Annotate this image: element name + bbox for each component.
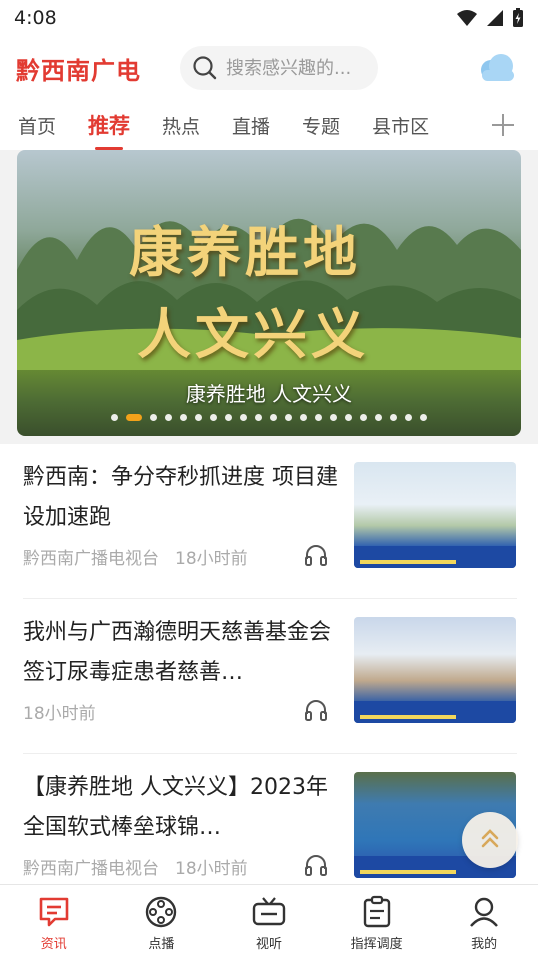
tv-icon [252,897,286,926]
tab-recommend[interactable]: 推荐 [88,110,130,140]
status-time: 4:08 [14,7,57,29]
news-item[interactable]: 黔西南：争分夺秒抓进度 项目建设加速跑 黔西南广播电视台 18小时前 [0,444,538,599]
news-meta: 18小时前 [23,699,96,724]
banner-art-title-2: 人文兴义 [137,302,369,366]
nav-label: 资讯 [40,937,67,952]
nav-label: 视听 [255,937,282,952]
carousel-indicator [17,414,521,421]
tab-counties[interactable]: 县市区 [372,112,429,139]
banner-slide[interactable]: 康养胜地 人文兴义 康养胜地 人文兴义 [17,150,521,436]
battery-icon [513,8,523,27]
status-bar: 4:08 [0,0,538,36]
carousel-dot[interactable] [375,414,382,421]
news-meta: 黔西南广播电视台 18小时前 [23,854,248,879]
signal-icon [487,10,503,26]
cloud-icon[interactable] [474,48,518,88]
headphones-icon[interactable] [304,699,328,721]
carousel-dot[interactable] [300,414,307,421]
nav-label: 指挥调度 [350,937,403,952]
carousel-dot[interactable] [150,414,157,421]
plus-icon[interactable] [490,112,516,138]
news-title: 【康养胜地 人文兴义】2023年全国软式棒垒球锦… [23,775,328,840]
news-source: 黔西南广播电视台 [23,549,159,569]
tab-topics[interactable]: 专题 [302,112,340,139]
carousel-dot[interactable] [111,414,118,421]
headphones-icon[interactable] [304,544,328,566]
carousel-dot[interactable] [270,414,277,421]
app-header: 黔西南广电 [0,36,538,100]
carousel-dot[interactable] [345,414,352,421]
carousel-dot[interactable] [255,414,262,421]
status-icons [456,8,524,28]
double-chevron-up-icon [481,829,499,848]
news-chat-icon [39,897,69,927]
news-item[interactable]: 我州与广西瀚德明天慈善基金会签订尿毒症患者慈善… 18小时前 [0,599,538,754]
carousel-dot[interactable] [360,414,367,421]
tab-home[interactable]: 首页 [18,112,56,139]
bottom-navigation: 资讯 点播 视听 指挥调度 我的 [0,884,538,958]
news-thumbnail [354,617,516,723]
news-thumbnail [354,462,516,568]
user-icon [470,897,499,927]
nav-label: 点播 [148,937,175,952]
nav-vod[interactable]: 点播 [108,885,216,958]
nav-av[interactable]: 视听 [215,885,323,958]
film-reel-icon [146,896,177,928]
channel-tabs: 首页 推荐 热点 直播 专题 县市区 [0,100,538,150]
tab-live[interactable]: 直播 [232,112,270,139]
carousel-dot[interactable] [315,414,322,421]
news-time: 18小时前 [175,859,248,879]
banner-caption: 康养胜地 人文兴义 [185,382,353,406]
headphones-icon[interactable] [304,854,328,876]
search-bar[interactable] [180,46,378,90]
nav-dispatch[interactable]: 指挥调度 [323,885,431,958]
banner-carousel: 康养胜地 人文兴义 康养胜地 人文兴义 [0,150,538,444]
tab-hot[interactable]: 热点 [162,112,200,139]
carousel-dot[interactable] [225,414,232,421]
carousel-dot[interactable] [195,414,202,421]
carousel-dot[interactable] [165,414,172,421]
nav-news[interactable]: 资讯 [0,885,108,958]
carousel-dot[interactable] [330,414,337,421]
carousel-dot[interactable] [210,414,217,421]
app-logo: 黔西南广电 [16,55,141,85]
banner-art-title-1: 康养胜地 [129,220,361,284]
carousel-dot[interactable] [180,414,187,421]
news-meta: 黔西南广播电视台 18小时前 [23,544,248,569]
carousel-dot[interactable] [126,414,142,421]
news-time: 18小时前 [175,549,248,569]
back-to-top-button[interactable] [462,812,518,868]
news-title: 我州与广西瀚德明天慈善基金会签订尿毒症患者慈善… [23,620,332,685]
carousel-dot[interactable] [405,414,412,421]
wifi-icon [457,10,477,26]
carousel-dot[interactable] [390,414,397,421]
nav-label: 我的 [471,937,498,952]
news-source: 黔西南广播电视台 [23,859,159,879]
search-icon [193,56,217,80]
carousel-dot[interactable] [240,414,247,421]
news-title: 黔西南：争分夺秒抓进度 项目建设加速跑 [23,465,338,530]
search-input[interactable] [226,57,376,79]
nav-profile[interactable]: 我的 [430,885,538,958]
carousel-dot[interactable] [420,414,427,421]
news-time: 18小时前 [23,704,96,724]
carousel-dot[interactable] [285,414,292,421]
clipboard-icon [363,895,390,928]
